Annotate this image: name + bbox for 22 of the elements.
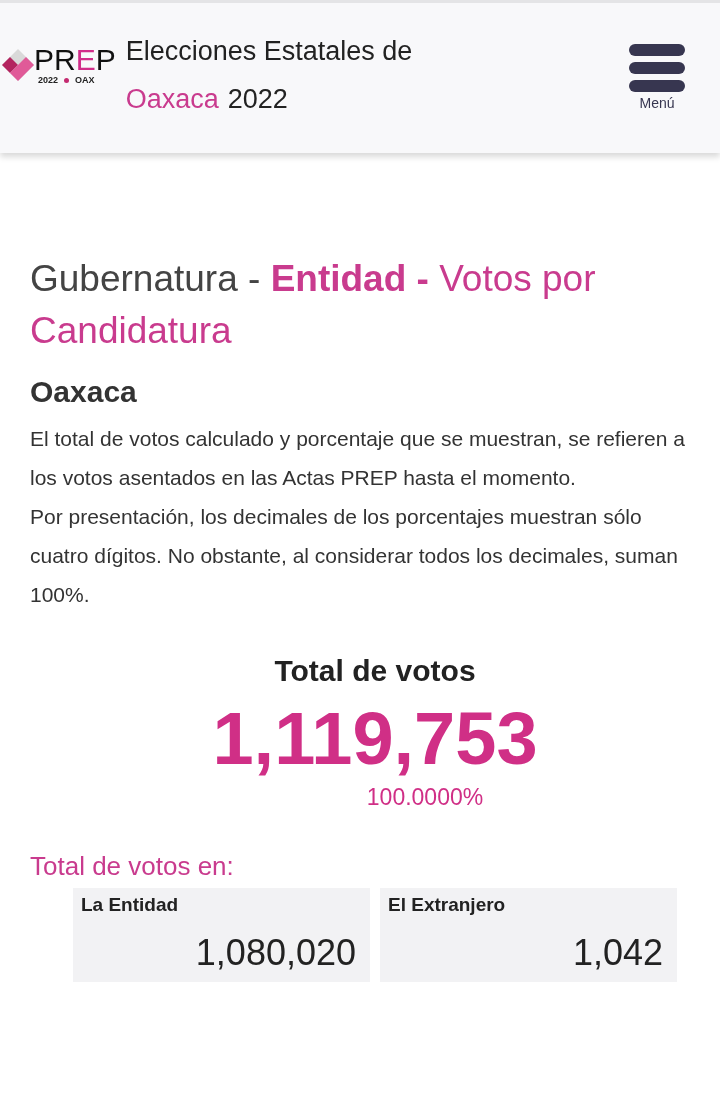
info-paragraph: Por presentación, los decimales de los porcentajes muestran sólo cuatro dígitos. No obstante, al considerar todos los decimales, suman 100%. — [30, 504, 679, 608]
total-label: Total de votos — [274, 654, 476, 688]
card-value: 1,080,020 — [194, 932, 356, 974]
menu-button[interactable]: Menú — [628, 43, 686, 111]
card-value: 1,042 — [571, 932, 663, 974]
site-title-year: 2022 — [227, 83, 288, 116]
breakdown-label: Total de votos en: — [30, 851, 235, 882]
dot-icon — [64, 77, 70, 83]
state-name: Oaxaca — [30, 375, 138, 409]
total-votes: 1,119,753 — [212, 696, 538, 782]
logo-year: 2022 — [38, 75, 59, 85]
menu-icon — [628, 43, 686, 93]
logo-wordmark: PREP — [34, 45, 116, 75]
info-paragraph: El total de votos calculado y porcentaje que se muestran, se refieren a los votos asentados en las Actas PREP hasta el momento. — [30, 426, 686, 491]
total-percent: 100.0000% — [366, 784, 484, 811]
diamond-logo-icon — [0, 47, 36, 83]
card-label: El Extranjero — [388, 894, 507, 916]
page-heading: Gubernatura - Entidad - Votos por Candidatura — [30, 257, 597, 353]
site-title: Elecciones Estatales de — [125, 35, 413, 68]
card-label: La Entidad — [81, 894, 180, 916]
site-title-state: Oaxaca — [125, 83, 219, 116]
logo-state: OAX — [75, 75, 95, 85]
